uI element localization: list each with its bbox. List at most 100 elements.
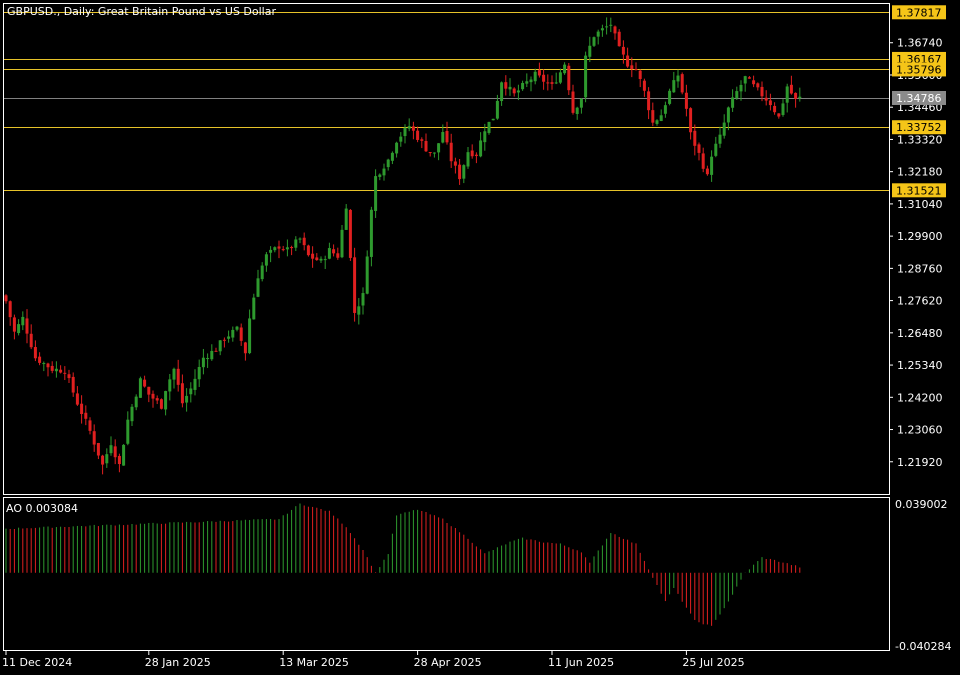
- candle[interactable]: [59, 365, 63, 374]
- candle[interactable]: [638, 69, 642, 88]
- candle[interactable]: [185, 388, 189, 412]
- candle[interactable]: [453, 157, 457, 174]
- candle[interactable]: [626, 47, 630, 68]
- candle[interactable]: [781, 99, 785, 117]
- candle[interactable]: [29, 324, 33, 350]
- candle[interactable]: [159, 398, 163, 410]
- candle[interactable]: [155, 395, 159, 405]
- candle[interactable]: [609, 17, 613, 33]
- candle[interactable]: [533, 68, 537, 85]
- candle[interactable]: [424, 133, 428, 152]
- candle[interactable]: [508, 78, 512, 96]
- candle[interactable]: [80, 395, 84, 424]
- candle[interactable]: [122, 444, 126, 466]
- candle[interactable]: [600, 24, 604, 37]
- candle[interactable]: [445, 121, 449, 145]
- candle[interactable]: [277, 240, 281, 259]
- candle[interactable]: [680, 72, 684, 95]
- trading-chart[interactable]: 1.36740 1.33320 1.32180 1.31040 1.29900 1.287…: [0, 0, 960, 675]
- candle[interactable]: [306, 244, 310, 257]
- candle[interactable]: [575, 106, 579, 120]
- candle[interactable]: [550, 75, 554, 90]
- candle[interactable]: [130, 404, 134, 427]
- candle[interactable]: [290, 245, 294, 256]
- candle[interactable]: [336, 247, 340, 260]
- candle[interactable]: [126, 411, 130, 446]
- candle[interactable]: [311, 246, 315, 268]
- candle[interactable]: [785, 83, 789, 113]
- candle[interactable]: [134, 394, 138, 411]
- candle[interactable]: [243, 341, 247, 361]
- candle[interactable]: [521, 80, 525, 91]
- candle[interactable]: [222, 337, 226, 348]
- candle[interactable]: [789, 75, 793, 95]
- candle[interactable]: [428, 152, 432, 157]
- candle[interactable]: [462, 164, 466, 184]
- candle[interactable]: [794, 92, 798, 108]
- candle[interactable]: [252, 293, 256, 320]
- candle[interactable]: [399, 132, 403, 147]
- candle[interactable]: [71, 372, 75, 397]
- candle[interactable]: [634, 62, 638, 71]
- candle[interactable]: [701, 147, 705, 173]
- candle[interactable]: [214, 347, 218, 352]
- candle[interactable]: [180, 374, 184, 408]
- candle[interactable]: [75, 386, 79, 406]
- candle[interactable]: [365, 250, 369, 295]
- candle[interactable]: [172, 367, 176, 389]
- candle[interactable]: [323, 255, 327, 270]
- candle[interactable]: [756, 82, 760, 91]
- candle[interactable]: [705, 165, 709, 176]
- candle[interactable]: [189, 382, 193, 403]
- candle[interactable]: [474, 152, 478, 164]
- candle[interactable]: [113, 439, 117, 465]
- candle[interactable]: [621, 40, 625, 64]
- candle[interactable]: [260, 262, 264, 282]
- candle[interactable]: [710, 150, 714, 182]
- candle[interactable]: [327, 242, 331, 260]
- candle[interactable]: [743, 75, 747, 92]
- candle[interactable]: [554, 72, 558, 85]
- candle[interactable]: [693, 124, 697, 156]
- ao-histogram-layer[interactable]: [5, 503, 801, 626]
- candle[interactable]: [655, 119, 659, 126]
- candle[interactable]: [512, 87, 516, 97]
- candle[interactable]: [630, 57, 634, 78]
- candle[interactable]: [256, 269, 260, 298]
- candle[interactable]: [516, 84, 520, 101]
- candle[interactable]: [117, 453, 121, 473]
- candle[interactable]: [285, 239, 289, 257]
- candle[interactable]: [479, 132, 483, 158]
- candle[interactable]: [504, 75, 508, 96]
- candle[interactable]: [579, 98, 583, 114]
- candle[interactable]: [50, 361, 54, 374]
- candle[interactable]: [143, 375, 147, 388]
- candle[interactable]: [151, 390, 155, 408]
- candle[interactable]: [264, 252, 268, 272]
- candle[interactable]: [613, 25, 617, 40]
- candle[interactable]: [642, 78, 646, 97]
- candle[interactable]: [361, 287, 365, 315]
- candle[interactable]: [651, 102, 655, 127]
- candle[interactable]: [672, 71, 676, 93]
- candle[interactable]: [294, 236, 298, 252]
- candle[interactable]: [344, 204, 348, 230]
- candle[interactable]: [176, 359, 180, 392]
- candles-layer[interactable]: [4, 17, 802, 475]
- candle[interactable]: [38, 352, 42, 366]
- candle[interactable]: [210, 344, 214, 361]
- candle[interactable]: [432, 152, 436, 158]
- candle[interactable]: [281, 245, 285, 252]
- candle[interactable]: [63, 366, 67, 381]
- candle[interactable]: [206, 353, 210, 368]
- candle[interactable]: [668, 88, 672, 106]
- candle[interactable]: [466, 147, 470, 169]
- candle[interactable]: [437, 143, 441, 161]
- candle[interactable]: [340, 225, 344, 259]
- candle[interactable]: [449, 133, 453, 169]
- candle[interactable]: [722, 114, 726, 139]
- candle[interactable]: [369, 206, 373, 267]
- candle[interactable]: [357, 298, 361, 325]
- candle[interactable]: [411, 121, 415, 140]
- candle[interactable]: [269, 246, 273, 263]
